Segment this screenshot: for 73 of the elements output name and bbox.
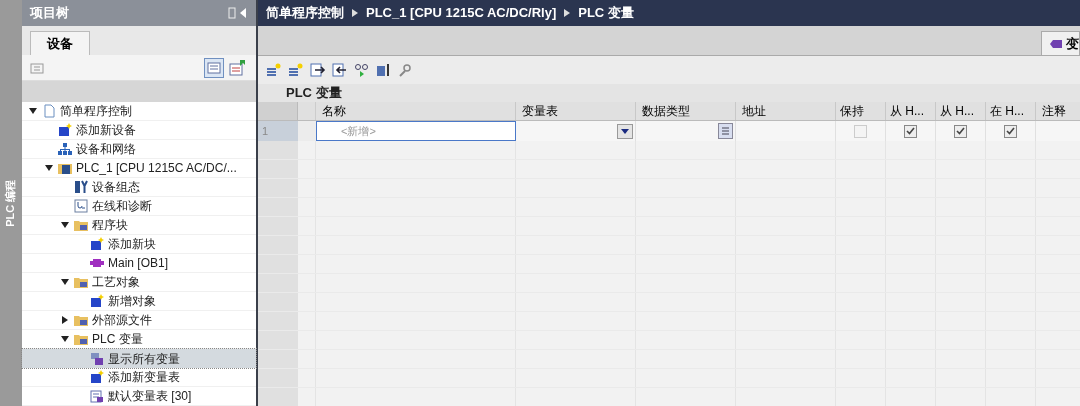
column-header[interactable]: 从 H... (936, 102, 986, 120)
checkbox[interactable] (1004, 124, 1017, 138)
column-header[interactable]: 变量表 (516, 102, 636, 120)
expand-icon[interactable] (45, 165, 53, 171)
add-icon (90, 370, 104, 384)
folder-icon (74, 275, 88, 289)
tree-item[interactable]: 显示所有变量 (22, 349, 256, 368)
expand-icon[interactable] (61, 279, 69, 285)
plc-icon (58, 161, 72, 175)
document-icon (42, 104, 56, 118)
column-header[interactable]: 名称 (316, 102, 516, 120)
tree-item[interactable]: 新增对象 (22, 292, 256, 311)
column-header[interactable]: 注释 (1036, 102, 1080, 120)
breadcrumb-arrow-icon (564, 9, 571, 17)
folder-icon (74, 332, 88, 346)
export-icon[interactable] (310, 63, 326, 77)
network-icon (58, 142, 72, 156)
folder-icon (74, 313, 88, 327)
tree-item[interactable]: 默认变量表 [30] (22, 387, 256, 406)
panel-title: 项目树 (30, 4, 69, 23)
add-icon (90, 294, 104, 308)
block-icon (90, 256, 104, 270)
tree-item[interactable]: 简单程序控制 (22, 102, 256, 121)
expand-icon[interactable] (29, 108, 37, 114)
list-view-icon[interactable] (204, 57, 224, 78)
import-icon[interactable] (332, 63, 348, 77)
collapse-icon[interactable] (62, 316, 68, 324)
tree-item[interactable]: PLC_1 [CPU 1215C AC/DC/... (22, 159, 256, 178)
tree-item[interactable]: 设备组态 (22, 178, 256, 197)
tags-icon (90, 351, 104, 366)
tree-item[interactable]: 在线和诊断 (22, 197, 256, 216)
dropdown-button[interactable] (617, 123, 633, 139)
breadcrumb-item[interactable]: 简单程序控制 (266, 3, 344, 23)
column-header[interactable]: 在 H... (986, 102, 1036, 120)
collapse-panel-icon[interactable] (228, 6, 248, 19)
column-header[interactable]: 数据类型 (636, 102, 736, 120)
column-header[interactable]: 地址 (736, 102, 836, 120)
tree-item[interactable]: 添加新变量表 (22, 368, 256, 387)
device-config-icon (74, 180, 88, 194)
search-icon[interactable] (398, 63, 414, 77)
table-refresh-icon[interactable] (228, 57, 248, 78)
tree-item[interactable]: 添加新块 (22, 235, 256, 254)
side-tab[interactable]: 变 (1041, 31, 1080, 55)
breadcrumb-item[interactable]: PLC 变量 (578, 3, 634, 23)
add-icon (58, 123, 72, 137)
tab[interactable]: 设备 (30, 31, 90, 56)
data-type-button[interactable] (718, 123, 733, 139)
breadcrumb-item[interactable]: PLC_1 [CPU 1215C AC/DC/Rly] (366, 3, 557, 23)
side-tab-label[interactable]: 变 (1066, 33, 1079, 54)
checkbox[interactable] (954, 124, 967, 138)
list-icon (722, 126, 729, 136)
add-icon (90, 237, 104, 251)
add-row-icon[interactable] (266, 63, 282, 77)
monitor-icon[interactable] (354, 63, 370, 77)
column-header[interactable]: 保持 (836, 102, 886, 120)
breadcrumb-arrow-icon (352, 9, 358, 17)
tree-item[interactable]: 外部源文件 (22, 311, 256, 330)
tree-item[interactable]: 工艺对象 (22, 273, 256, 292)
caret-icon (621, 128, 629, 134)
table-title: PLC 变量 (286, 84, 342, 103)
expand-icon[interactable] (61, 222, 69, 228)
folder-icon (74, 218, 88, 232)
tree-item[interactable]: Main [OB1] (22, 254, 256, 273)
checkbox[interactable] (904, 124, 917, 138)
tree-item[interactable]: 添加新设备 (22, 121, 256, 140)
tag-icon (1050, 38, 1062, 49)
tree-item[interactable]: 程序块 (22, 216, 256, 235)
insert-row-icon[interactable] (288, 63, 304, 77)
tag-table-icon (90, 389, 104, 403)
column-header[interactable]: 从 H... (886, 102, 936, 120)
expand-icon[interactable] (61, 336, 69, 342)
diagnostics-icon (74, 199, 88, 213)
tree-item[interactable]: 设备和网络 (22, 140, 256, 159)
